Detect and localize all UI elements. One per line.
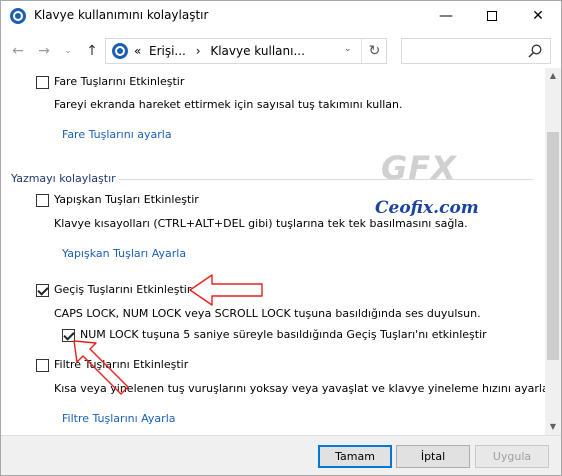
mouse-keys-label[interactable]: Fare Tuşlarını Etkinleştir (54, 75, 184, 88)
ok-button[interactable]: Tamam (318, 445, 392, 468)
ease-of-access-icon (10, 8, 26, 24)
filter-keys-settings-link[interactable]: Filtre Tuşlarını Ayarla (62, 412, 176, 425)
numlock-toggle-label[interactable]: NUM LOCK tuşuna 5 saniye süreyle basıldı… (80, 328, 487, 341)
breadcrumb-overflow[interactable]: « (134, 44, 141, 58)
close-button[interactable]: ✕ (515, 1, 561, 31)
title-bar: Klavye kullanımını kolaylaştır — ✕ (1, 1, 561, 31)
dialog-window: Klavye kullanımını kolaylaştır — ✕ ← → ⌄… (0, 0, 562, 476)
cancel-button[interactable]: İptal (396, 445, 470, 468)
scrollbar-thumb[interactable] (547, 132, 559, 360)
sticky-keys-checkbox[interactable] (36, 194, 49, 207)
breadcrumb-item-access[interactable]: Erişi... (149, 44, 186, 58)
recent-locations-icon[interactable]: ⌄ (59, 42, 77, 60)
vertical-scrollbar[interactable]: ▲ ▼ (545, 68, 561, 435)
window-title: Klavye kullanımını kolaylaştır (34, 8, 209, 22)
back-arrow-icon[interactable]: ← (9, 42, 27, 60)
apply-button[interactable]: Uygula (475, 445, 549, 468)
toggle-keys-checkbox[interactable] (36, 284, 49, 297)
refresh-icon[interactable]: ↻ (361, 39, 387, 63)
sticky-keys-description: Klavye kısayolları (CTRL+ALT+DEL gibi) t… (54, 217, 468, 230)
watermark-site: Ceofix.com (375, 198, 479, 218)
sticky-keys-settings-link[interactable]: Yapışkan Tuşları Ayarla (62, 247, 186, 260)
mouse-keys-settings-link[interactable]: Fare Tuşlarını ayarla (62, 128, 172, 141)
section-divider (119, 179, 533, 180)
maximize-button[interactable] (469, 1, 515, 31)
navigation-bar: ← → ⌄ ↑ « Erişi... › Klavye kullanı... ⌄… (1, 34, 561, 68)
filter-keys-label[interactable]: Filtre Tuşlarını Etkinleştir (54, 358, 188, 371)
search-icon (528, 44, 542, 58)
numlock-toggle-checkbox[interactable] (62, 329, 75, 342)
settings-content: Fare Tuşlarını Etkinleştir Fareyi ekrand… (1, 68, 545, 435)
dialog-footer: Tamam İptal Uygula (1, 435, 561, 475)
chevron-down-icon[interactable]: ⌄ (344, 44, 352, 54)
address-bar[interactable]: « Erişi... › Klavye kullanı... ⌄ ↻ (105, 38, 387, 64)
filter-keys-checkbox[interactable] (36, 359, 49, 372)
forward-arrow-icon[interactable]: → (35, 42, 53, 60)
ease-of-access-icon (112, 43, 128, 59)
mouse-keys-description: Fareyi ekranda hareket ettirmek için say… (54, 98, 403, 111)
toggle-keys-description: CAPS LOCK, NUM LOCK veya SCROLL LOCK tuş… (54, 307, 481, 320)
minimize-button[interactable]: — (423, 1, 469, 31)
scroll-up-icon[interactable]: ▲ (545, 68, 561, 84)
breadcrumb: « Erişi... › Klavye kullanı... (134, 44, 305, 58)
toggle-keys-label[interactable]: Geçiş Tuşlarını Etkinleştir (54, 283, 191, 296)
filter-keys-description: Kısa veya yinelenen tuş vuruşlarını yoks… (54, 382, 545, 395)
breadcrumb-separator: › (195, 44, 201, 58)
scroll-down-icon[interactable]: ▼ (545, 419, 561, 435)
maximize-icon (487, 11, 497, 21)
sticky-keys-label[interactable]: Yapışkan Tuşları Etkinleştir (54, 193, 199, 206)
breadcrumb-item-keyboard[interactable]: Klavye kullanı... (210, 44, 305, 58)
up-arrow-icon[interactable]: ↑ (83, 42, 101, 60)
section-title: Yazmayı kolaylaştır (11, 172, 116, 185)
mouse-keys-checkbox[interactable] (36, 76, 49, 89)
search-input[interactable] (401, 38, 551, 64)
watermark-logo: GFX (381, 149, 457, 187)
